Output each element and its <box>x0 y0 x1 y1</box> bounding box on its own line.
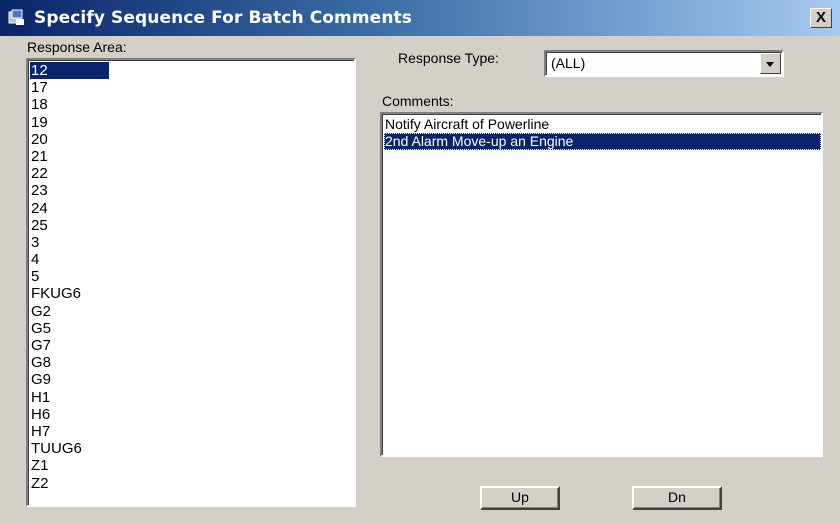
response-area-item[interactable]: G5 <box>30 320 354 337</box>
comments-list: Notify Aircraft of Powerline 2nd Alarm Mo… <box>382 114 821 150</box>
window-title: Specify Sequence For Batch Comments <box>34 8 412 28</box>
response-area-list: 12 17 18 19 20 21 22 23 24 25 3 4 5 FKUG6 G2 G5 G7 G8 G9 H1… <box>28 60 354 492</box>
response-type-value: (ALL) <box>551 55 586 71</box>
comment-item[interactable]: 2nd Alarm Move-up an Engine <box>384 133 821 150</box>
response-area-item[interactable]: G2 <box>30 303 354 320</box>
response-area-item[interactable]: H1 <box>30 389 354 406</box>
response-area-item[interactable]: G7 <box>30 337 354 354</box>
response-area-item[interactable]: G9 <box>30 371 354 388</box>
comment-item[interactable]: Notify Aircraft of Powerline <box>384 116 821 133</box>
response-area-item[interactable]: TUUG6 <box>30 440 354 457</box>
response-area-item[interactable]: 20 <box>30 131 354 148</box>
response-area-item[interactable]: 22 <box>30 165 354 182</box>
response-area-item[interactable]: 23 <box>30 182 354 199</box>
move-down-button[interactable]: Dn <box>632 486 722 510</box>
comments-label: Comments: <box>382 93 454 109</box>
app-icon <box>8 9 24 25</box>
response-type-label: Response Type: <box>398 50 499 66</box>
response-area-item[interactable]: 21 <box>30 148 354 165</box>
chevron-down-icon <box>766 62 774 67</box>
response-area-item[interactable]: 12 <box>30 62 109 80</box>
response-area-item[interactable]: Z1 <box>30 457 354 474</box>
response-area-item[interactable]: 24 <box>30 200 354 217</box>
response-area-item[interactable]: 17 <box>30 79 354 96</box>
close-icon: X <box>815 9 826 26</box>
comments-listbox[interactable]: Notify Aircraft of Powerline 2nd Alarm Mo… <box>380 112 823 457</box>
response-area-item[interactable]: FKUG6 <box>30 285 354 302</box>
response-area-item[interactable]: 3 <box>30 234 354 251</box>
response-area-label: Response Area: <box>27 39 127 55</box>
move-up-button[interactable]: Up <box>480 486 560 510</box>
response-area-item[interactable]: G8 <box>30 354 354 371</box>
response-area-listbox[interactable]: 12 17 18 19 20 21 22 23 24 25 3 4 5 FKUG6 G2 G5 G7 G8 G9 H1… <box>26 58 356 507</box>
response-area-item[interactable]: H7 <box>30 423 354 440</box>
title-bar[interactable]: Specify Sequence For Batch Comments X <box>0 0 840 36</box>
response-area-item[interactable]: 25 <box>30 217 354 234</box>
response-area-item[interactable]: 5 <box>30 268 354 285</box>
response-area-item[interactable]: 4 <box>30 251 354 268</box>
close-button[interactable]: X <box>810 8 832 28</box>
dropdown-button[interactable] <box>760 53 781 74</box>
response-area-item[interactable]: 19 <box>30 114 354 131</box>
response-area-item[interactable]: H6 <box>30 406 354 423</box>
response-area-item[interactable]: Z2 <box>30 475 354 492</box>
response-area-item[interactable]: 18 <box>30 96 354 113</box>
response-type-select[interactable]: (ALL) <box>544 50 784 77</box>
